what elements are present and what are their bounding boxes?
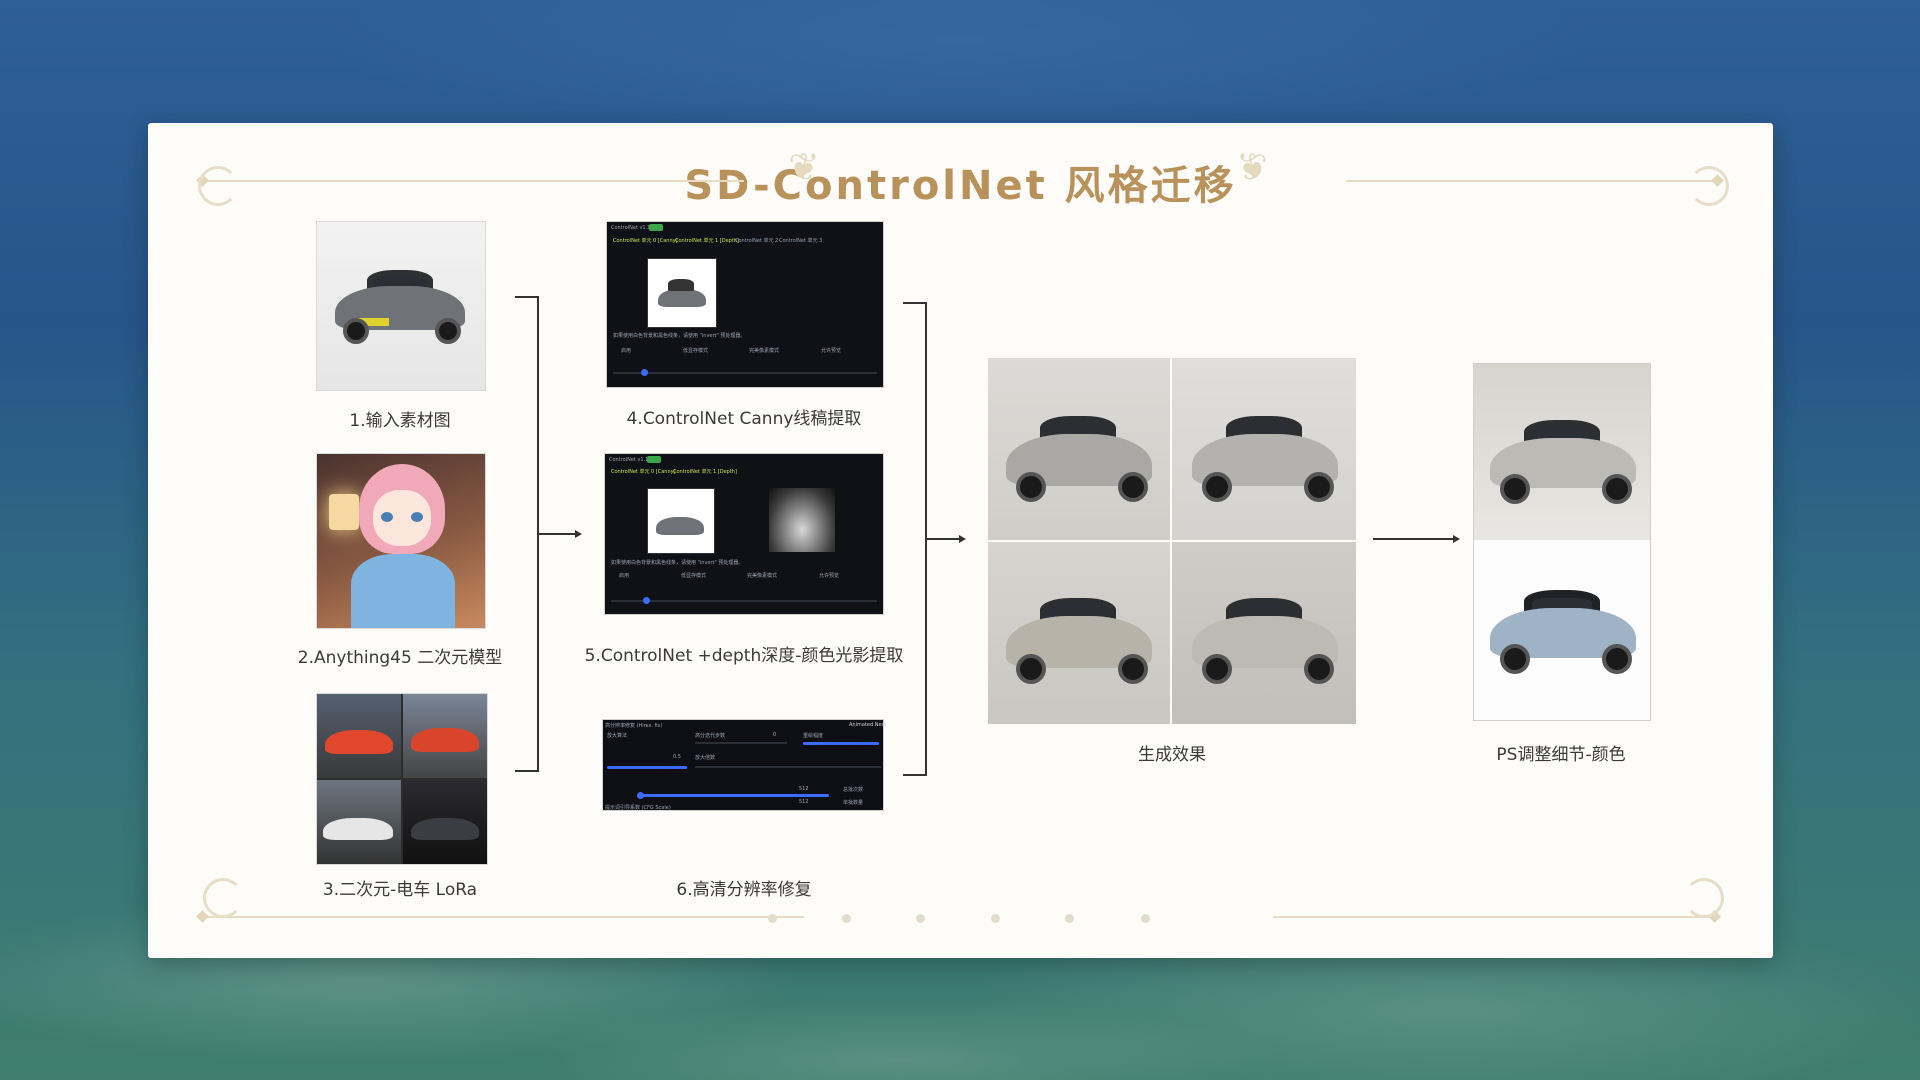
ui-field-label: 提示词引导系数 (CFG Scale) xyxy=(605,805,671,811)
bracket-connector xyxy=(515,296,539,298)
ui-field-value: 512 xyxy=(799,799,809,805)
ui-depth-map xyxy=(769,488,835,552)
result-image xyxy=(1172,542,1356,724)
bracket-connector xyxy=(903,302,927,304)
ui-preview-image xyxy=(647,488,715,554)
ui-header-text: Animated Next xyxy=(849,722,887,728)
decor-dot xyxy=(991,914,1000,923)
final-image-blue xyxy=(1474,542,1650,720)
result-label: 生成效果 xyxy=(1138,745,1206,765)
ui-tab: ControlNet 单元 0 [Canny] xyxy=(613,238,678,244)
corner-swirl-icon xyxy=(1684,878,1724,918)
ui-tab: ControlNet 单元 3 xyxy=(779,238,823,244)
ui-field-label: 高分迭代步数 xyxy=(695,733,726,739)
bracket-connector xyxy=(515,770,539,772)
ui-checkbox: 完美像素模式 xyxy=(747,573,778,579)
ui-checkbox: 低显存模式 xyxy=(681,573,707,579)
ui-hint: 如果使用白色背景和黑色线条，请使用 "invert" 预处理器。 xyxy=(611,560,744,566)
final-image-silver xyxy=(1474,364,1650,540)
ui-tab: ControlNet 单元 1 [Depth] xyxy=(675,238,739,244)
ui-field-label: 重绘幅度 xyxy=(803,733,824,739)
arrow-right-icon xyxy=(1453,535,1460,543)
decor-dot xyxy=(842,914,851,923)
step-2-label: 2.Anything45 二次元模型 xyxy=(297,648,503,668)
ui-tab: ControlNet 单元 2 xyxy=(735,238,779,244)
result-image xyxy=(988,358,1170,540)
result-image xyxy=(988,542,1170,724)
anime-model-image xyxy=(316,453,486,629)
title-line-left xyxy=(204,180,744,182)
ui-hint: 如果使用白色背景和黑色线条，请使用 "invert" 预处理器。 xyxy=(613,333,746,339)
arrow-right-icon xyxy=(575,530,582,538)
decor-dot xyxy=(1141,914,1150,923)
ui-header-text: 高分辨率修复 (Hires. fix) xyxy=(605,723,663,729)
ui-field-value: 512 xyxy=(799,786,809,792)
ui-checkbox: 允许预览 xyxy=(821,348,842,354)
step-3-label: 3.二次元-电车 LoRa xyxy=(322,880,478,900)
ui-tab: ControlNet 单元 1 [Depth] xyxy=(673,469,737,475)
final-images xyxy=(1473,363,1651,721)
step-5-label: 5.ControlNet +depth深度-颜色光影提取 xyxy=(584,646,904,666)
ui-checkbox: 启用 xyxy=(621,348,632,354)
lora-grid-image xyxy=(316,693,488,865)
ui-preview-image xyxy=(647,258,717,328)
step-6-label: 6.高清分辨率修复 xyxy=(676,880,812,900)
arrow-line xyxy=(1373,538,1453,540)
ui-checkbox: 低显存模式 xyxy=(683,348,709,354)
ui-field-label: 单批数量 xyxy=(843,800,864,806)
hires-fix-panel: 高分辨率修复 (Hires. fix) Animated Next 放大算法 高… xyxy=(602,719,887,811)
controlnet-depth-panel: ControlNet v1.1.449 ControlNet 单元 0 [Can… xyxy=(604,453,884,615)
corner-swirl-icon xyxy=(1689,166,1729,206)
page-title: SD-ControlNet 风格迁移 xyxy=(684,163,1237,209)
ui-checkbox: 完美像素模式 xyxy=(749,348,780,354)
bottom-line-left xyxy=(204,916,804,918)
arrow-line xyxy=(925,538,961,540)
ui-badge xyxy=(649,224,663,231)
slide-card: SD-ControlNet 风格迁移 ❦ ❦ 1.输入素材图 2.Anythin… xyxy=(148,123,1773,958)
controlnet-canny-panel: ControlNet v1.1.449 ControlNet 单元 0 [Can… xyxy=(606,221,884,388)
ui-tab: ControlNet 单元 0 [Canny] xyxy=(611,469,676,475)
title-line-right xyxy=(1346,180,1716,182)
corner-swirl-icon xyxy=(203,878,243,918)
decor-dot xyxy=(768,914,777,923)
flourish-right-icon: ❦ xyxy=(1236,145,1268,189)
bottom-line-right xyxy=(1273,916,1713,918)
decor-dot xyxy=(1065,914,1074,923)
step-1-label: 1.输入素材图 xyxy=(349,411,451,431)
bracket-connector xyxy=(903,774,927,776)
step-4-label: 4.ControlNet Canny线稿提取 xyxy=(626,409,862,429)
ui-field-value: 0.5 xyxy=(673,754,681,760)
ui-checkbox: 启用 xyxy=(619,573,630,579)
ui-badge xyxy=(647,456,661,463)
arrow-line xyxy=(537,533,575,535)
ui-field-value: 0 xyxy=(773,732,777,738)
ui-field-label: 总批次数 xyxy=(843,787,864,793)
result-grid xyxy=(988,358,1356,724)
final-label: PS调整细节-颜色 xyxy=(1496,745,1626,765)
result-image xyxy=(1172,358,1356,540)
ui-field-label: 放大算法 xyxy=(607,733,628,739)
flourish-left-icon: ❦ xyxy=(788,145,820,189)
ui-field-label: 放大倍数 xyxy=(695,755,716,761)
input-car-image xyxy=(316,221,486,391)
corner-swirl-icon xyxy=(198,166,238,206)
arrow-right-icon xyxy=(959,535,966,543)
decor-dot xyxy=(916,914,925,923)
ui-checkbox: 允许预览 xyxy=(819,573,840,579)
